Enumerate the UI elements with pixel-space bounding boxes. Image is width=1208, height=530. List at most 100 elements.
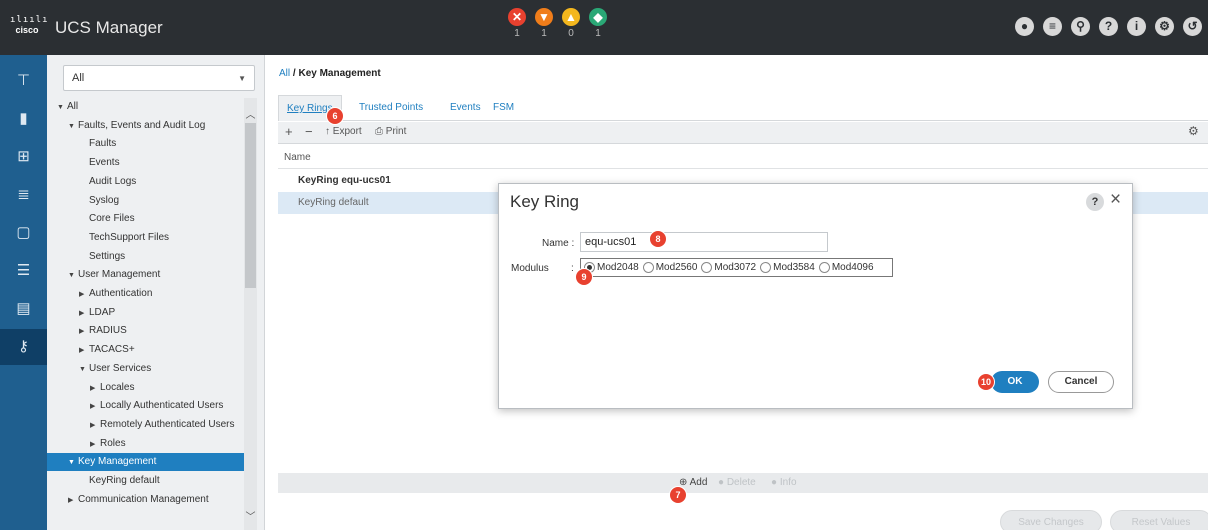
name-field[interactable]: equ-ucs01: [580, 232, 828, 252]
tree-item[interactable]: Settings: [47, 248, 247, 266]
expand-right-icon[interactable]: ▶: [90, 417, 100, 435]
tree-item[interactable]: ▼ Faults, Events and Audit Log: [47, 117, 247, 135]
save-changes-button[interactable]: Save Changes: [1000, 510, 1102, 530]
modulus-option[interactable]: Mod2560: [642, 261, 697, 274]
tree-item[interactable]: KeyRing default: [47, 472, 247, 490]
info-icon[interactable]: i: [1127, 17, 1146, 36]
tree-item-label: Remotely Authenticated Users: [100, 418, 235, 430]
radio-icon[interactable]: [760, 262, 772, 273]
add-icon[interactable]: +: [285, 124, 293, 139]
chassis-icon[interactable]: ▤: [0, 291, 47, 327]
scroll-down-icon[interactable]: ﹀: [244, 508, 257, 523]
tab-trusted-points[interactable]: Trusted Points: [351, 95, 431, 121]
gear-icon[interactable]: ⚙: [1188, 124, 1199, 138]
grid-column-name[interactable]: Name: [278, 145, 1208, 169]
lan-icon[interactable]: ⊞: [0, 139, 47, 175]
tree-item[interactable]: Faults: [47, 135, 247, 153]
scroll-up-icon[interactable]: ︿: [244, 106, 257, 121]
modulus-option[interactable]: Mod3072: [701, 261, 756, 274]
tree-item[interactable]: ▶ TACACS+: [47, 341, 247, 359]
modulus-option[interactable]: Mod2048: [584, 261, 639, 274]
info-action[interactable]: ● Info: [771, 477, 797, 488]
expand-right-icon[interactable]: ▶: [79, 323, 89, 341]
expand-down-icon[interactable]: ▼: [68, 454, 78, 472]
radio-icon[interactable]: [642, 262, 654, 273]
fault-summary: ✕ 1 ▼ 1 ▲ 0 ◆ 1: [507, 8, 608, 39]
tree-item[interactable]: ▶ Communication Management: [47, 491, 247, 509]
expand-down-icon[interactable]: ▼: [79, 361, 89, 379]
tree-item-label: All: [67, 101, 79, 112]
equipment-icon[interactable]: ⊤: [0, 63, 47, 99]
storage-icon[interactable]: ☰: [0, 253, 47, 289]
ok-button[interactable]: OK: [991, 371, 1039, 393]
radio-icon[interactable]: [701, 262, 713, 273]
delete-label: Delete: [726, 477, 756, 488]
servers-icon[interactable]: ▮: [0, 101, 47, 137]
tree-item[interactable]: Audit Logs: [47, 173, 247, 191]
fault-minor[interactable]: ▲ 0: [561, 8, 581, 39]
print-button[interactable]: ⎙ Print: [375, 126, 406, 137]
expand-down-icon[interactable]: ▼: [57, 99, 67, 117]
tree-item-label: Locales: [100, 381, 135, 393]
delete-action[interactable]: ● Delete: [718, 477, 756, 488]
tree-scrollbar[interactable]: ︿ ﹀: [244, 98, 257, 530]
expand-right-icon[interactable]: ▶: [90, 436, 100, 454]
fault-major[interactable]: ▼ 1: [534, 8, 554, 39]
tree-item[interactable]: ▶ LDAP: [47, 304, 247, 322]
step-marker-7: 7: [670, 487, 686, 503]
add-label: Add: [689, 477, 708, 488]
tab-fsm[interactable]: FSM: [485, 95, 522, 121]
tree-item[interactable]: Events: [47, 154, 247, 172]
breadcrumb: All / Key Management: [279, 68, 381, 79]
tree-item[interactable]: ▶ Authentication: [47, 285, 247, 303]
vm-icon[interactable]: ▢: [0, 215, 47, 251]
san-icon[interactable]: ≣: [0, 177, 47, 213]
expand-right-icon[interactable]: ▶: [90, 380, 100, 398]
tree-item[interactable]: ▶ Locales: [47, 379, 247, 397]
help-icon[interactable]: ?: [1086, 193, 1104, 211]
expand-down-icon[interactable]: ▼: [68, 118, 78, 136]
tree-item[interactable]: Core Files: [47, 210, 247, 228]
expand-right-icon[interactable]: ▶: [79, 305, 89, 323]
critical-fault-count: 1: [514, 28, 520, 39]
tree-item[interactable]: ▶ Locally Authenticated Users: [47, 397, 247, 415]
globe-icon[interactable]: ●: [1015, 17, 1034, 36]
expand-down-icon[interactable]: ▼: [68, 267, 78, 285]
admin-icon[interactable]: ⚷: [0, 329, 47, 365]
tree-item[interactable]: ▶ Remotely Authenticated Users: [47, 416, 247, 434]
tree-item[interactable]: ▼ All: [47, 98, 247, 116]
tree-item-label: Core Files: [89, 213, 135, 225]
remove-icon[interactable]: −: [305, 124, 313, 139]
add-action[interactable]: ⊕ Add: [679, 477, 707, 488]
cancel-button[interactable]: Cancel: [1048, 371, 1114, 393]
close-icon[interactable]: ×: [1110, 189, 1121, 211]
tree-item[interactable]: ▶ Roles: [47, 435, 247, 453]
expand-right-icon[interactable]: ▶: [79, 286, 89, 304]
tree-item[interactable]: ▼ User Services: [47, 360, 247, 378]
tree-item[interactable]: ▼ Key Management: [47, 453, 247, 472]
expand-right-icon[interactable]: ▶: [90, 398, 100, 416]
tree-item[interactable]: ▶ RADIUS: [47, 322, 247, 340]
filter-select[interactable]: All ▼: [63, 65, 255, 91]
logout-icon[interactable]: ↺: [1183, 17, 1202, 36]
expand-right-icon[interactable]: ▶: [68, 492, 78, 510]
fault-critical[interactable]: ✕ 1: [507, 8, 527, 39]
expand-right-icon[interactable]: ▶: [79, 342, 89, 360]
list-icon[interactable]: ≡: [1043, 17, 1062, 36]
reset-values-button[interactable]: Reset Values: [1110, 510, 1208, 530]
tree-item[interactable]: ▼ User Management: [47, 266, 247, 284]
radio-icon[interactable]: [818, 262, 830, 273]
help-icon[interactable]: ?: [1099, 17, 1118, 36]
tab-events[interactable]: Events: [442, 95, 489, 121]
scroll-thumb[interactable]: [245, 123, 256, 288]
tree-item[interactable]: TechSupport Files: [47, 229, 247, 247]
export-button[interactable]: ↑ Export: [325, 126, 362, 137]
settings-icon[interactable]: ⚙: [1155, 17, 1174, 36]
fault-warning[interactable]: ◆ 1: [588, 8, 608, 39]
tree-item[interactable]: Syslog: [47, 192, 247, 210]
modulus-option[interactable]: Mod3584: [760, 261, 815, 274]
modulus-option[interactable]: Mod4096: [818, 261, 874, 274]
breadcrumb-root[interactable]: All: [279, 68, 290, 79]
tree-item-label: Roles: [100, 437, 126, 449]
search-icon[interactable]: ⚲: [1071, 17, 1090, 36]
